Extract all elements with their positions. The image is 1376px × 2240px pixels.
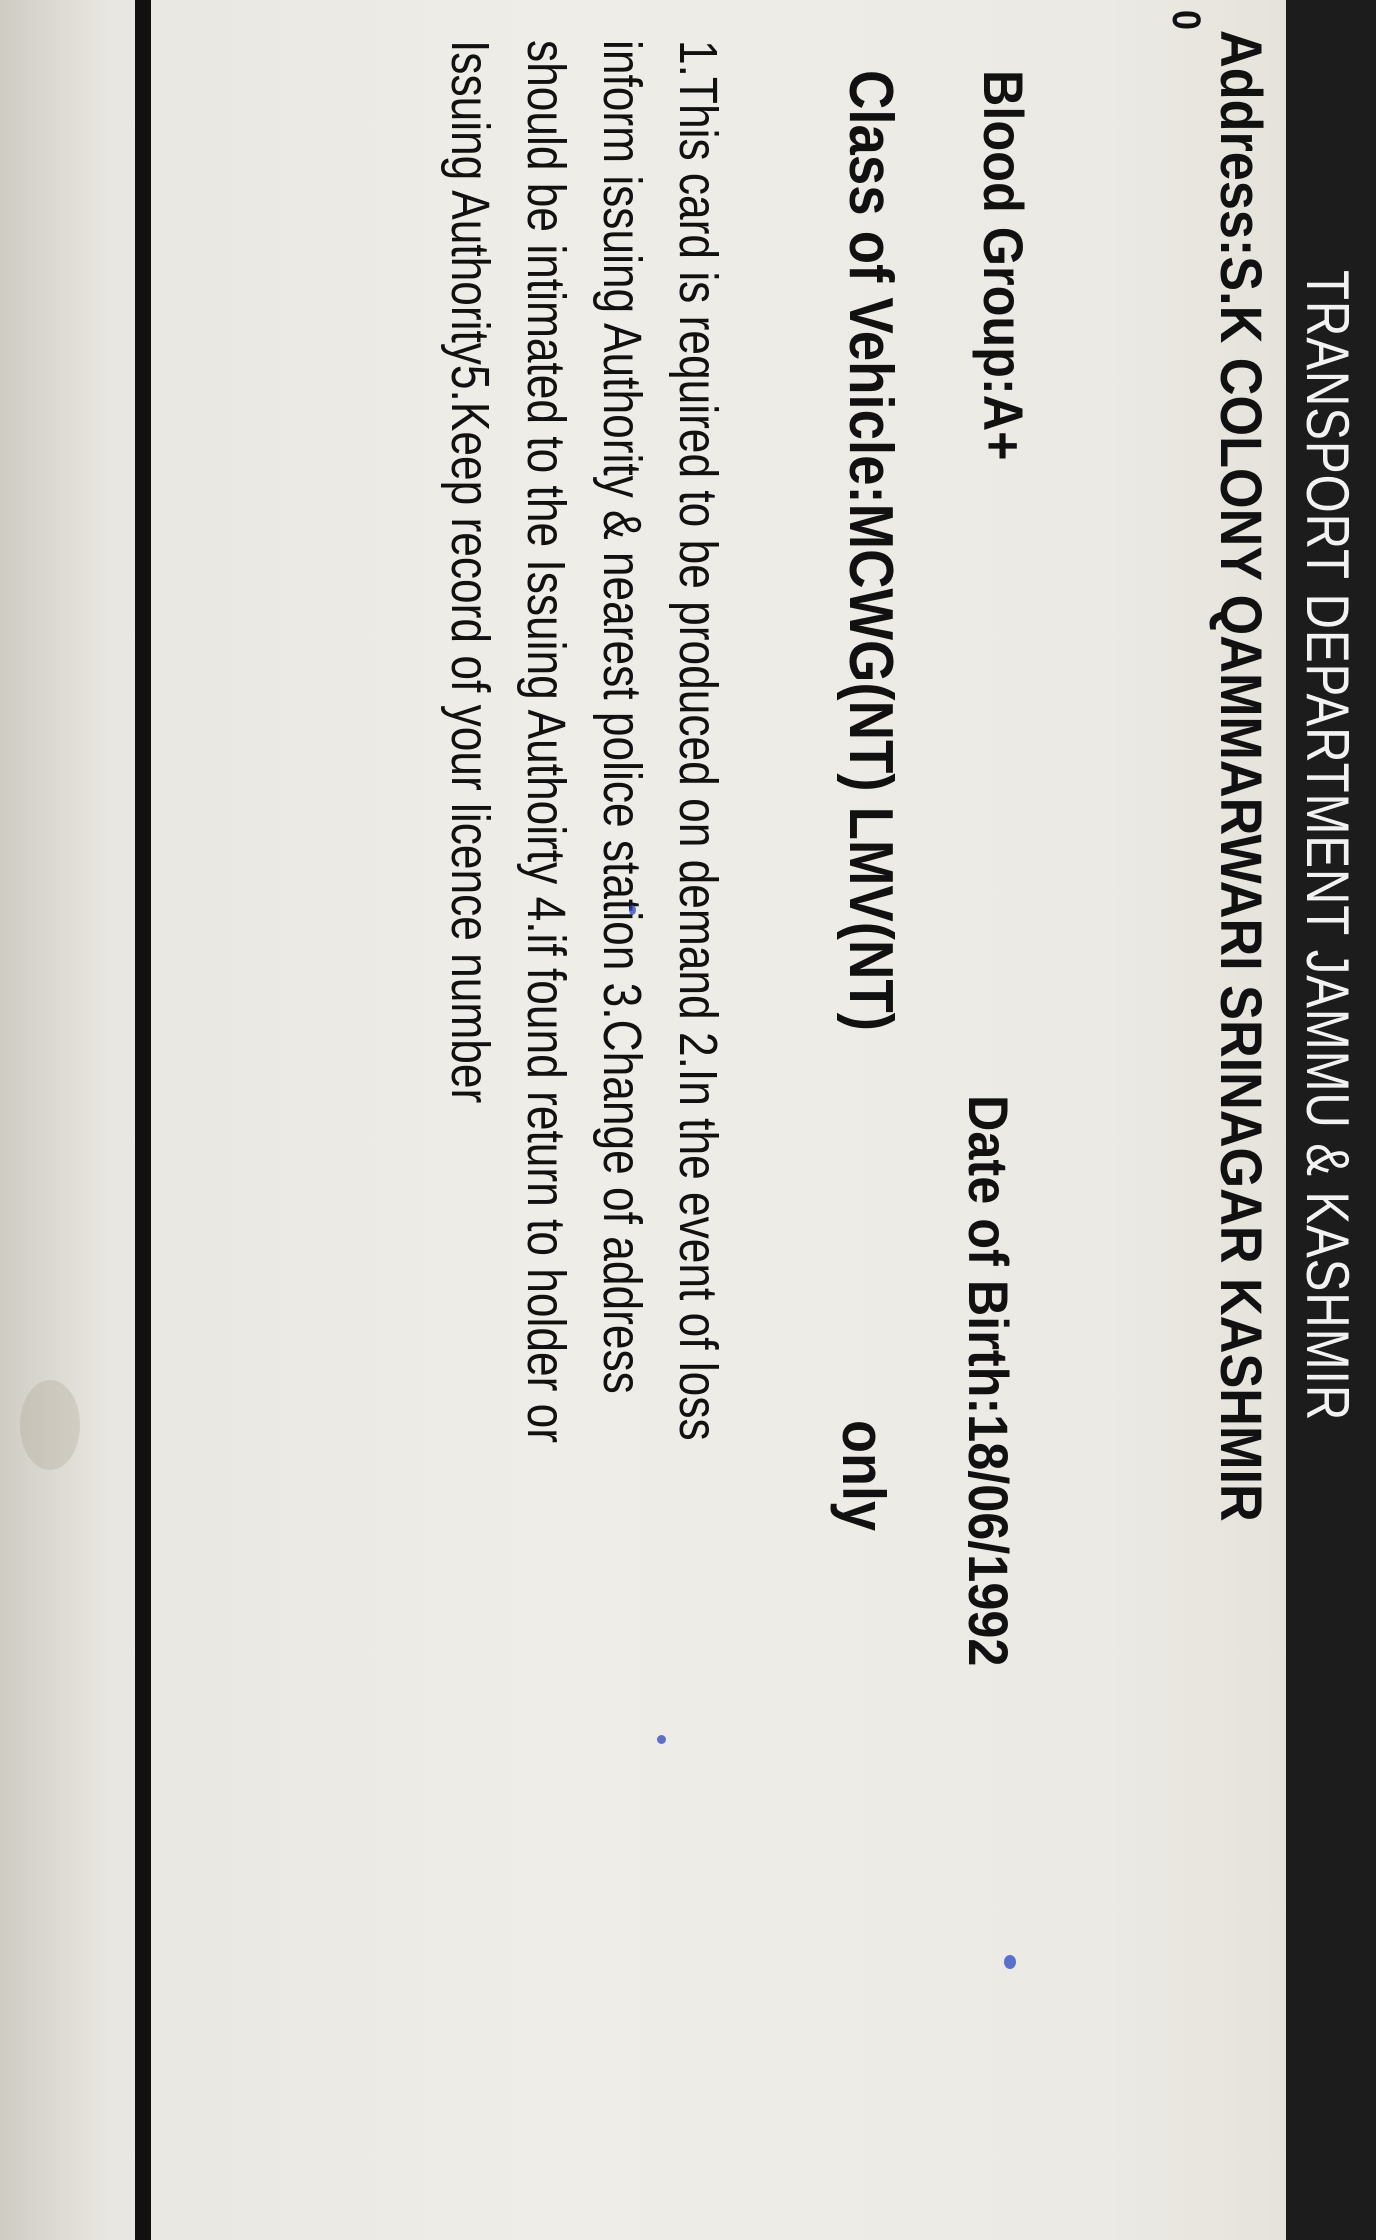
instruction-line: inform issuing Authority & nearest polic… (592, 40, 652, 1394)
date-of-birth: Date of Birth:18/06/1992 (957, 1095, 1020, 1667)
instruction-line: 1.This card is required to be produced o… (668, 40, 728, 1441)
header-title: TRANSPORT DEPARTMENT JAMMU & KASHMIR (1294, 270, 1361, 1422)
card-photo: TRANSPORT DEPARTMENT JAMMU & KASHMIR Add… (0, 0, 1376, 2240)
address-line: Address:S.K COLONY QAMMARWARI SRINAGAR K… (1208, 30, 1273, 1522)
card-instructions: 1.This card is required to be produced o… (432, 40, 736, 1992)
header-bar: TRANSPORT DEPARTMENT JAMMU & KASHMIR (1286, 0, 1376, 2240)
bottom-rule (135, 0, 151, 2240)
instruction-line: should be intimated to the Issuing Autho… (516, 40, 576, 1444)
licence-card-back: TRANSPORT DEPARTMENT JAMMU & KASHMIR Add… (0, 0, 1376, 2240)
instruction-line: Issuing Authority5.Keep record of your l… (440, 40, 500, 1104)
vehicle-class: Class of Vehicle:MCWG(NT) LMV(NT) (836, 70, 905, 1031)
vehicle-class-suffix: only (830, 1420, 897, 1532)
ink-spot (657, 1735, 666, 1744)
ink-spot (1004, 1955, 1016, 1969)
ink-spot (629, 905, 636, 915)
blood-group: Blood Group:A+ (972, 70, 1035, 461)
address-continuation: 0 (1164, 10, 1208, 31)
